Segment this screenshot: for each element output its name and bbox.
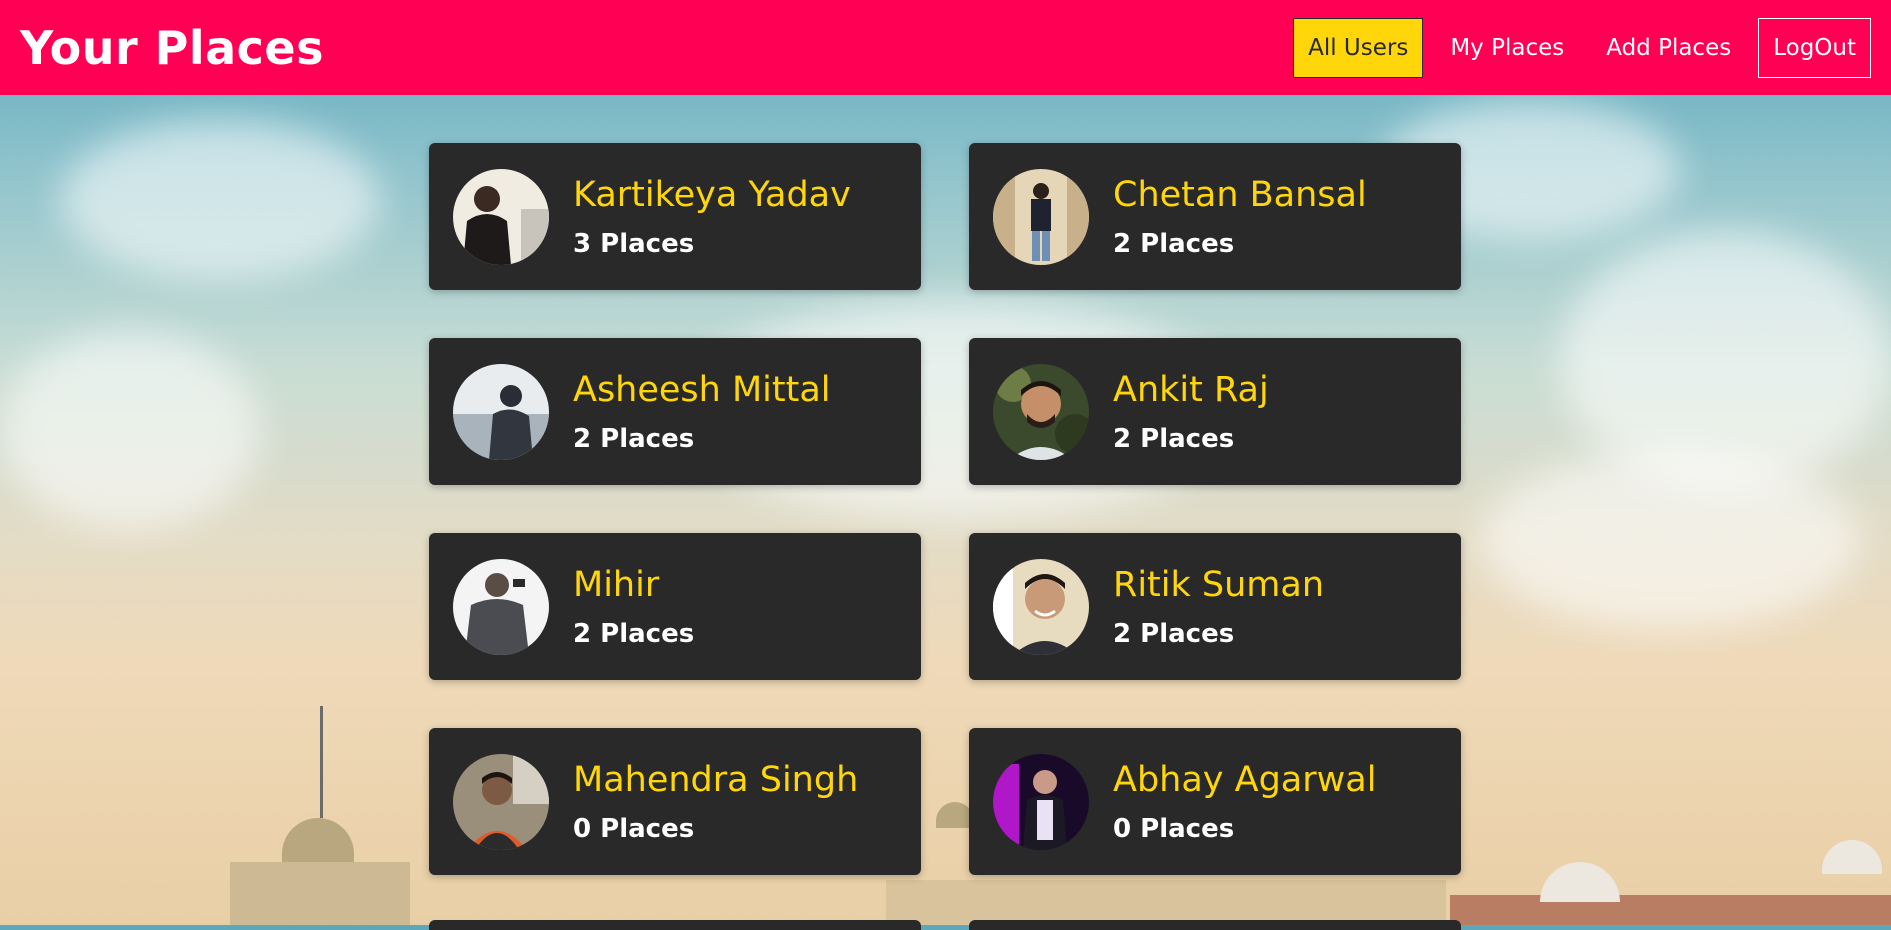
user-card[interactable]: Abhay Agarwal 0 Places: [969, 728, 1461, 875]
logout-button[interactable]: LogOut: [1758, 17, 1871, 78]
user-avatar: [453, 363, 549, 460]
user-name: Mahendra Singh: [573, 759, 859, 800]
user-card[interactable]: Mahendra Singh 0 Places: [429, 728, 921, 875]
user-info: Kartikeya Yadav 3 Places: [573, 175, 851, 259]
main-header: Your Places All Users My Places Add Plac…: [0, 0, 1891, 95]
place-count: 2 Places: [573, 618, 695, 649]
place-count: 2 Places: [573, 423, 695, 454]
user-info: Asheesh Mittal 2 Places: [573, 370, 831, 454]
place-count: 2 Places: [1113, 618, 1235, 649]
user-card-partial[interactable]: [429, 920, 921, 930]
place-count: 2 Places: [1113, 228, 1235, 259]
user-avatar: [993, 363, 1089, 460]
place-count: 2 Places: [1113, 423, 1235, 454]
user-card-partial[interactable]: [969, 920, 1461, 930]
app-title[interactable]: Your Places: [20, 21, 324, 75]
user-info: Ankit Raj 2 Places: [1113, 370, 1269, 454]
user-name: Chetan Bansal: [1113, 174, 1367, 215]
user-avatar: [453, 753, 549, 850]
place-count: 0 Places: [1113, 813, 1235, 844]
user-card[interactable]: Ankit Raj 2 Places: [969, 338, 1461, 485]
user-card[interactable]: Asheesh Mittal 2 Places: [429, 338, 921, 485]
user-avatar: [453, 558, 549, 655]
user-info: Abhay Agarwal 0 Places: [1113, 760, 1376, 844]
place-count: 0 Places: [573, 813, 695, 844]
user-info: Chetan Bansal 2 Places: [1113, 175, 1367, 259]
users-list: Kartikeya Yadav 3 Places Chetan Bansal 2…: [429, 143, 1461, 875]
user-card[interactable]: Mihir 2 Places: [429, 533, 921, 680]
nav-all-users[interactable]: All Users: [1293, 17, 1424, 78]
user-name: Ritik Suman: [1113, 564, 1325, 605]
user-card[interactable]: Ritik Suman 2 Places: [969, 533, 1461, 680]
user-info: Mihir 2 Places: [573, 565, 694, 649]
user-avatar: [993, 558, 1089, 655]
user-name: Mihir: [573, 564, 660, 605]
nav-add-places[interactable]: Add Places: [1591, 18, 1746, 78]
user-name: Ankit Raj: [1113, 369, 1269, 410]
user-avatar: [453, 168, 549, 265]
user-card[interactable]: Chetan Bansal 2 Places: [969, 143, 1461, 290]
user-name: Asheesh Mittal: [573, 369, 831, 410]
user-avatar: [993, 168, 1089, 265]
user-info: Ritik Suman 2 Places: [1113, 565, 1324, 649]
user-info: Mahendra Singh 0 Places: [573, 760, 858, 844]
user-name: Kartikeya Yadav: [573, 174, 851, 215]
user-name: Abhay Agarwal: [1113, 759, 1377, 800]
place-count: 3 Places: [573, 228, 695, 259]
nav-my-places[interactable]: My Places: [1435, 18, 1579, 78]
nav-links: All Users My Places Add Places LogOut: [1293, 17, 1871, 78]
user-card[interactable]: Kartikeya Yadav 3 Places: [429, 143, 921, 290]
user-avatar: [993, 753, 1089, 850]
